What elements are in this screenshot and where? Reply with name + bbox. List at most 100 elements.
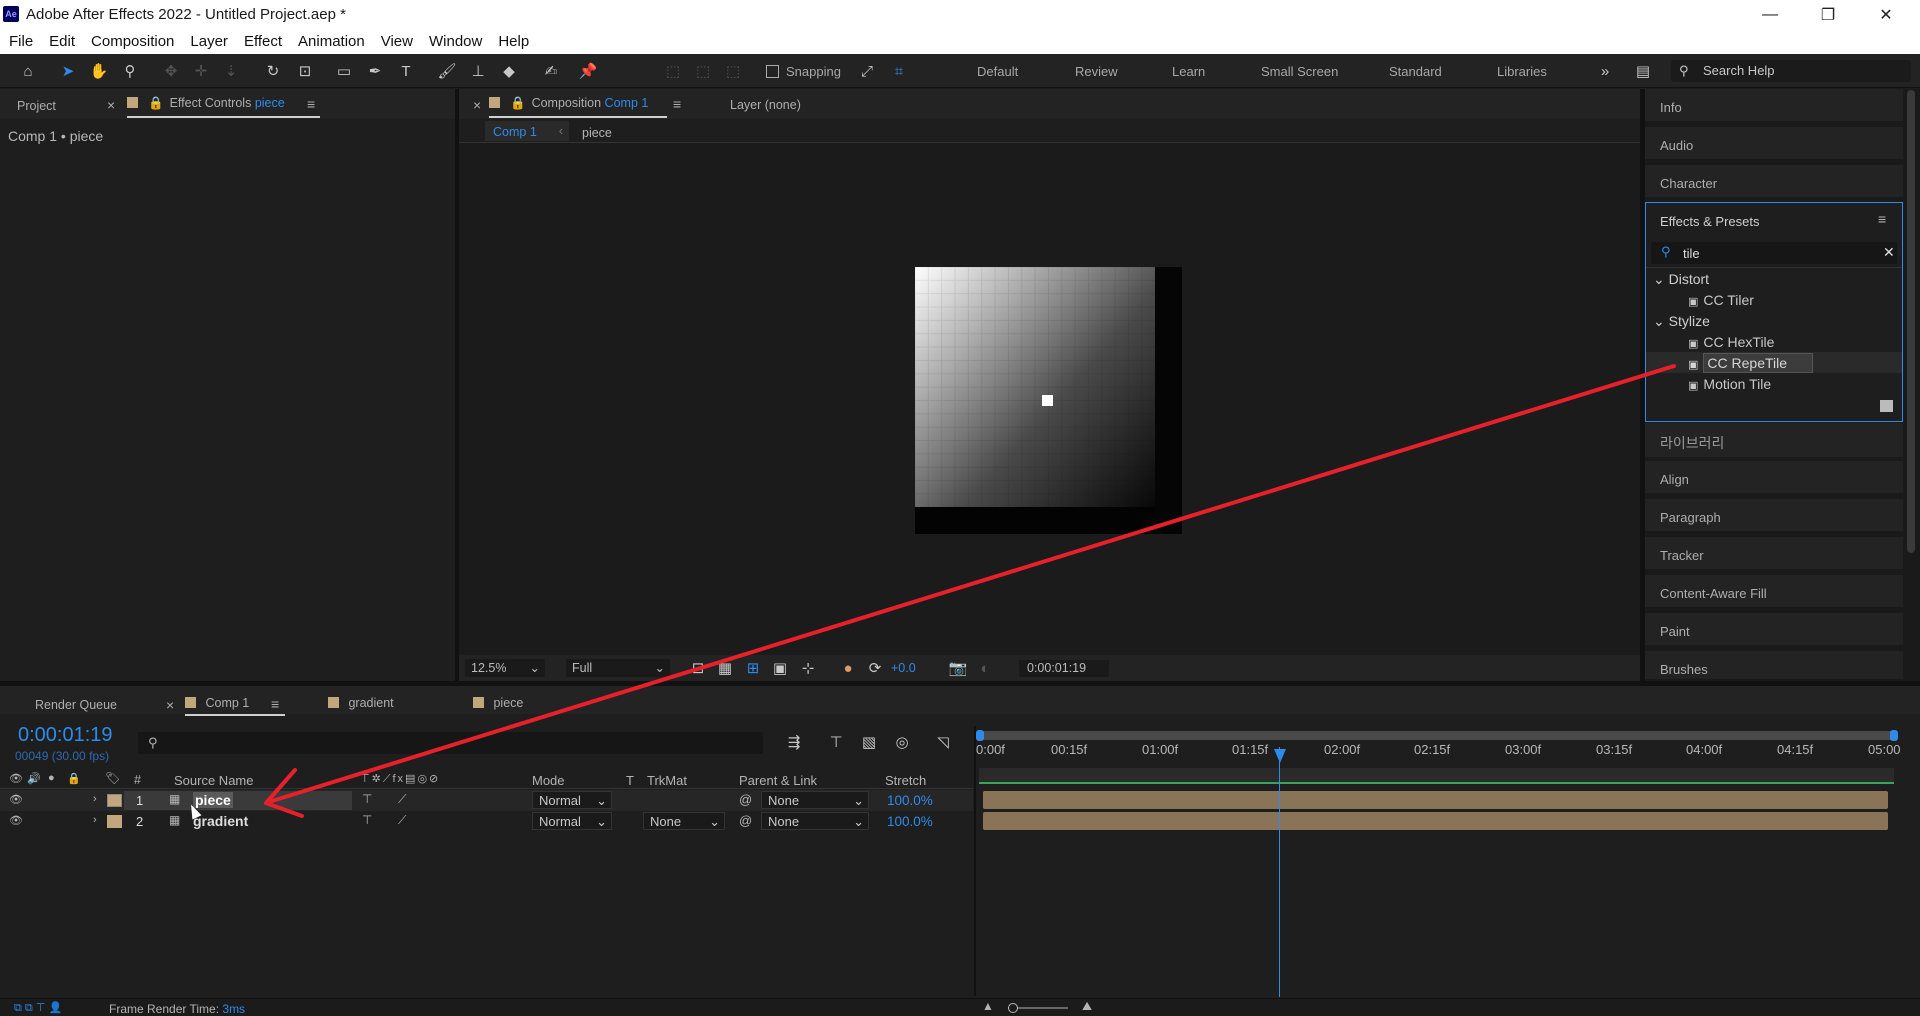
panel-menu-icon[interactable]: ≡ [1878,211,1886,227]
menu-help[interactable]: Help [489,33,536,50]
dolly-camera-icon[interactable]: ⇣ [220,60,242,82]
timeline-timecode[interactable]: 0:00:01:19 [18,724,113,747]
col-mode[interactable]: Mode [532,773,565,788]
layer-name[interactable]: gradient [193,813,248,829]
workspace-standard[interactable]: Standard [1389,64,1442,79]
panel-menu-icon[interactable]: ≡ [271,696,279,712]
pen-tool-icon[interactable]: ✒ [364,60,386,82]
zoom-slider[interactable] [1008,1003,1068,1013]
panel-paragraph[interactable]: Paragraph [1645,499,1903,533]
type-tool-icon[interactable]: T [395,60,417,82]
puppet-pin-icon[interactable]: 📌 [577,60,599,82]
work-area-bar[interactable] [976,730,1898,741]
transparency-grid-icon[interactable]: ▦ [714,657,736,679]
workspace-learn[interactable]: Learn [1172,64,1205,79]
mode-dropdown[interactable]: Normal ⌄ [532,812,612,830]
axis-world-icon[interactable]: ⬚ [692,60,714,82]
comp-nav-comp1[interactable]: Comp 1 ‹ [485,121,569,141]
reset-exposure-icon[interactable]: ⟳ [864,657,886,679]
zoom-slider-thumb[interactable] [1008,1003,1018,1013]
effect-cc-hextile[interactable]: ▣ CC HexTile [1688,334,1774,350]
tab-layer-none[interactable]: Layer (none) [730,98,801,112]
work-area-start-handle[interactable] [976,730,984,741]
timeline-search-input[interactable]: ⚲ [138,732,763,754]
tab-effect-controls[interactable]: 🔒 Effect Controls piece [127,96,285,111]
right-panel-scrollbar[interactable] [1907,90,1915,553]
panel-library[interactable]: 라이브러리 [1645,423,1903,459]
label-tag-icon[interactable]: 🏷 [105,771,120,785]
layer-switches-icon[interactable]: ⧉ ⧉ ⊤ 👤 [14,1001,62,1015]
collapse-transform-icon[interactable]: ⊤ [362,792,372,806]
tab-comp1[interactable]: Comp 1 [185,696,249,710]
effects-search-input[interactable]: ⚲ tile ✕ [1651,242,1897,264]
label-color-swatch[interactable] [107,815,122,828]
resolution-dropdown[interactable]: Full ⌄ [566,659,670,677]
label-color-swatch[interactable] [107,794,122,807]
mode-dropdown[interactable]: Normal ⌄ [532,791,612,809]
workspace-small-screen[interactable]: Small Screen [1261,64,1338,79]
close-comp-tab-icon[interactable]: × [473,97,481,113]
selection-tool-icon[interactable]: ➤ [57,60,79,82]
snapping-checkbox[interactable] [766,65,779,78]
panel-menu-icon[interactable]: ≡ [673,96,681,112]
eye-icon[interactable]: 👁 [9,814,23,827]
home-icon[interactable]: ⌂ [17,60,39,82]
menu-effect[interactable]: Effect [235,33,289,50]
tab-composition[interactable]: 🔒 Composition Comp 1 [489,96,648,111]
layer-bar-piece[interactable] [983,791,1888,809]
workspace-menu-icon[interactable]: ▤ [1632,60,1654,82]
panel-menu-icon[interactable]: ≡ [307,96,315,112]
effect-cc-repetile[interactable]: ▣ CC RepeTile [1688,353,1814,373]
col-stretch[interactable]: Stretch [885,773,926,788]
zoom-in-icon[interactable]: ⛰ [1082,999,1092,1014]
clear-search-icon[interactable]: ✕ [1883,244,1895,261]
work-area-end-handle[interactable] [1890,730,1898,741]
minimize-button[interactable]: — [1741,0,1799,29]
timeline-divider[interactable] [974,726,976,996]
rotate-tool-icon[interactable]: ↻ [262,60,284,82]
axis-view-icon[interactable]: ⬚ [722,60,744,82]
effect-motion-tile[interactable]: ▣ Motion Tile [1688,376,1771,392]
layer-name[interactable]: piece [193,792,233,808]
panel-brushes[interactable]: Brushes [1645,651,1903,681]
menu-file[interactable]: File [0,33,40,50]
stretch-value[interactable]: 100.0% [887,793,933,808]
panel-content-aware-fill[interactable]: Content-Aware Fill [1645,575,1903,609]
shy-layers-icon[interactable]: ▧ [858,731,880,753]
menu-layer[interactable]: Layer [181,33,235,50]
eye-icon[interactable]: 👁 [9,772,23,785]
snap-edges-icon[interactable]: ⤢ [856,60,878,82]
pan-camera-icon[interactable]: ✛ [190,60,212,82]
menu-edit[interactable]: Edit [40,33,82,50]
rectangle-tool-icon[interactable]: ▭ [333,60,355,82]
panel-info[interactable]: Info [1645,89,1903,123]
menu-window[interactable]: Window [420,33,489,50]
snap-features-icon[interactable]: ⌗ [888,60,910,82]
pickwhip-icon[interactable]: @ [739,792,752,807]
close-tab-icon[interactable]: × [166,697,174,713]
graph-editor-icon[interactable]: ◹ [932,731,954,753]
workspace-default[interactable]: Default [977,64,1018,79]
comp-viewer-frame[interactable] [915,267,1182,534]
effect-cc-tiler[interactable]: ▣ CC Tiler [1688,292,1754,308]
viewer-timecode[interactable]: 0:00:01:19 [1019,660,1109,677]
more-workspaces-icon[interactable]: » [1594,60,1616,82]
layer-bar-gradient[interactable] [983,812,1888,830]
zoom-tool-icon[interactable]: ⚲ [119,60,141,82]
draft-3d-icon[interactable]: ⊤ [825,731,847,753]
exposure-value[interactable]: +0.0 [891,661,916,675]
grid-guides-icon[interactable]: ⊹ [797,657,819,679]
audio-icon[interactable]: 🔊 [27,772,41,785]
col-parent[interactable]: Parent & Link [739,773,817,788]
menu-animation[interactable]: Animation [289,33,372,50]
comp-mini-flowchart-icon[interactable]: ⇶ [783,731,805,753]
current-time-indicator[interactable] [1279,747,1280,997]
layer-row-2[interactable]: 👁 › 2 ▦ gradient ⊤ ⟋ Normal ⌄ None ⌄ @ Non… [0,811,973,832]
roto-brush-icon[interactable]: ✍ [540,60,562,82]
new-preset-folder-icon[interactable] [1880,400,1893,412]
axis-local-icon[interactable]: ⬚ [662,60,684,82]
comp-duration-bar[interactable] [979,768,1894,784]
hand-tool-icon[interactable]: ✋ [88,60,110,82]
clone-stamp-icon[interactable]: ⊥ [467,60,489,82]
piece-layer[interactable] [1042,395,1053,406]
